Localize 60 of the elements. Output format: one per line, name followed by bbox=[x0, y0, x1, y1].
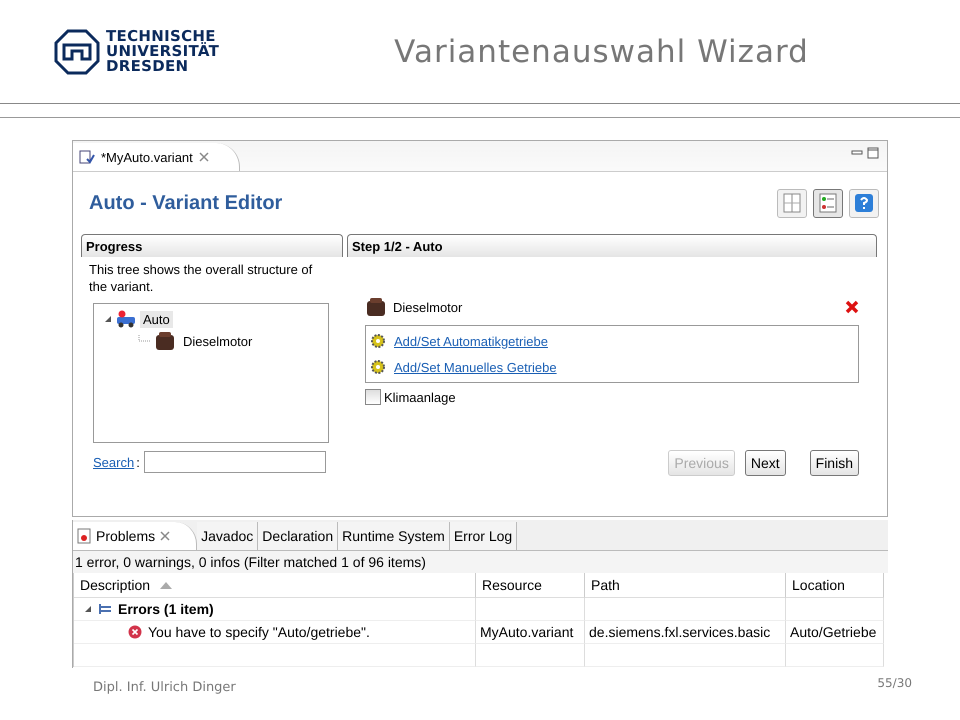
toolbar-button[interactable] bbox=[777, 188, 807, 218]
table-cell: MyAuto.variant bbox=[476, 621, 585, 644]
error-icon bbox=[128, 625, 142, 639]
wizard-button[interactable]: Next bbox=[744, 450, 786, 476]
view-tab[interactable]: Runtime System bbox=[338, 522, 450, 550]
logo-text: UNIVERSITÄT bbox=[106, 44, 220, 59]
panel-heading: Progress bbox=[81, 234, 343, 257]
colon-text: : bbox=[136, 454, 140, 470]
car-icon bbox=[116, 310, 136, 328]
panel-heading: Step 1/2 - Auto bbox=[347, 234, 877, 257]
column-header[interactable]: Path bbox=[585, 573, 786, 598]
column-header[interactable]: Location bbox=[786, 573, 884, 598]
maximize-icon[interactable] bbox=[867, 147, 879, 159]
editor-title: Auto - Variant Editor bbox=[89, 192, 282, 214]
list-icon bbox=[819, 193, 837, 213]
gear-icon bbox=[370, 333, 386, 349]
close-icon[interactable] bbox=[198, 152, 209, 162]
add-link[interactable]: Add/Set Manuelles Getriebe bbox=[394, 360, 557, 374]
view-tab[interactable]: Declaration bbox=[258, 522, 338, 550]
tree-item[interactable]: Dieselmotor bbox=[180, 332, 256, 350]
file-icon bbox=[79, 150, 95, 164]
group-row[interactable]: Errors (1 item) bbox=[74, 598, 476, 621]
toolbar-button[interactable] bbox=[813, 188, 843, 218]
panel-description: This tree shows the overall structure of the variant. bbox=[88, 261, 314, 296]
sort-icon bbox=[160, 581, 172, 589]
slide-title: Variantenauswahl Wizard bbox=[394, 34, 809, 70]
checkbox-label: Klimaanlage bbox=[384, 390, 456, 404]
author-text: Dipl. Inf. Ulrich Dinger bbox=[93, 680, 236, 695]
column-header[interactable]: Description bbox=[74, 573, 476, 598]
logo-text: DRESDEN bbox=[106, 59, 190, 74]
table-cell: Auto/Getriebe bbox=[786, 621, 884, 644]
view-tab[interactable]: Error Log bbox=[450, 522, 518, 550]
engine-icon bbox=[365, 296, 387, 318]
expand-icon[interactable] bbox=[84, 605, 92, 613]
description-text: You have to specify "Auto/getriebe". bbox=[148, 624, 370, 640]
problems-icon bbox=[77, 528, 91, 544]
problems-summary: 1 error, 0 warnings, 0 infos (Filter matched 1 of 96 items) bbox=[73, 551, 888, 573]
tree-icon bbox=[98, 603, 112, 615]
help-icon bbox=[854, 193, 874, 213]
university-logo-icon bbox=[54, 28, 100, 74]
editor-tab[interactable]: *MyAuto.variant bbox=[73, 143, 240, 171]
page-number: 55/30 bbox=[877, 676, 912, 690]
view-tab[interactable]: Problems bbox=[73, 522, 198, 550]
close-icon[interactable] bbox=[160, 531, 170, 541]
table-cell: de.siemens.fxl.services.basic bbox=[585, 621, 786, 644]
wizard-button[interactable]: Finish bbox=[810, 450, 859, 476]
gear-icon bbox=[370, 359, 386, 375]
add-link[interactable]: Add/Set Automatikgetriebe bbox=[394, 334, 548, 348]
toolbar-button[interactable] bbox=[849, 188, 879, 218]
engine-icon bbox=[154, 330, 176, 352]
checkbox[interactable] bbox=[365, 389, 381, 405]
expand-icon[interactable] bbox=[104, 315, 112, 323]
search-link[interactable]: Search bbox=[93, 454, 134, 470]
item-label: Dieselmotor bbox=[393, 300, 462, 314]
search-field[interactable] bbox=[144, 451, 326, 473]
columns-icon bbox=[783, 193, 801, 213]
view-tab[interactable]: Javadoc bbox=[197, 522, 258, 550]
tree-item[interactable]: Auto bbox=[140, 310, 173, 328]
column-header[interactable]: Resource bbox=[476, 573, 585, 598]
delete-icon[interactable] bbox=[845, 300, 859, 314]
